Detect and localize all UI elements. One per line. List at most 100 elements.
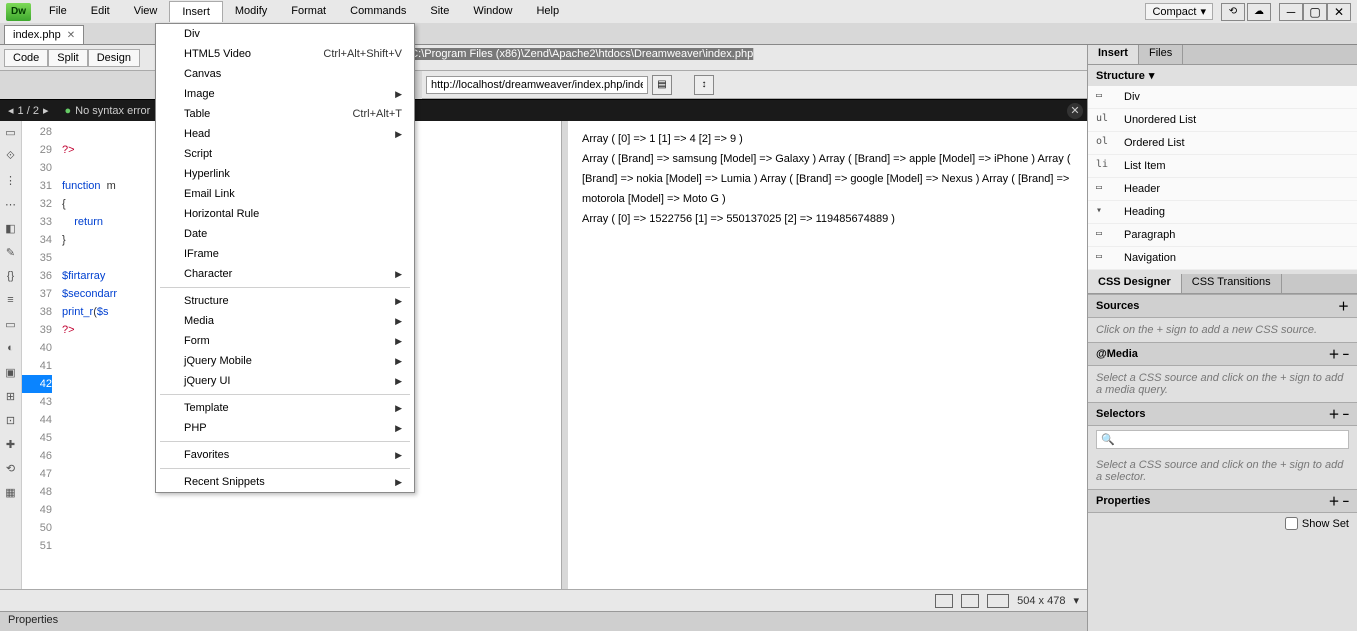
tab-files[interactable]: Files [1139,45,1183,64]
close-button[interactable]: ✕ [1327,3,1351,21]
menu-item-iframe[interactable]: IFrame [156,244,414,264]
show-set-checkbox[interactable] [1285,517,1298,530]
menu-item-php[interactable]: PHP▶ [156,418,414,438]
insert-item-navigation[interactable]: ▭Navigation [1088,247,1357,270]
tool-icon[interactable]: ⟐ [4,149,18,163]
tool-icon[interactable]: ⋮ [4,173,18,187]
tool-icon[interactable]: ◐ [4,341,18,355]
app-logo: Dw [6,3,31,21]
menu-item-table[interactable]: TableCtrl+Alt+T [156,104,414,124]
menu-item-div[interactable]: Div [156,24,414,44]
title-bar: Dw FileEditViewInsertModifyFormatCommand… [0,0,1357,23]
tool-icon[interactable]: {} [4,269,18,283]
menu-help[interactable]: Help [524,1,571,22]
tool-icon[interactable]: ▣ [4,365,18,379]
menu-file[interactable]: File [37,1,79,22]
add-icon[interactable]: ＋ − [1329,493,1349,509]
menu-item-script[interactable]: Script [156,144,414,164]
refresh-icon[interactable]: ↕ [694,75,714,95]
css-properties-header[interactable]: Properties＋ − [1088,489,1357,513]
device-phone-icon[interactable] [935,594,953,608]
sync-icon[interactable]: ⟲ [1221,3,1245,21]
tool-icon[interactable]: ⋯ [4,197,18,211]
insert-item-ordered-list[interactable]: olOrdered List [1088,132,1357,155]
insert-item-div[interactable]: ▭Div [1088,86,1357,109]
menu-item-html5-video[interactable]: HTML5 VideoCtrl+Alt+Shift+V [156,44,414,64]
tool-icon[interactable]: ⊞ [4,389,18,403]
add-icon[interactable]: ＋ [1338,298,1349,314]
tool-icon[interactable]: ⊡ [4,413,18,427]
element-icon: ▭ [1096,90,1114,104]
selectors-header[interactable]: Selectors＋ − [1088,402,1357,426]
tool-icon[interactable]: ✚ [4,437,18,451]
split-view-button[interactable]: Split [48,49,87,67]
menu-item-form[interactable]: Form▶ [156,331,414,351]
page-indicator: 1 / 2 [18,105,39,117]
insert-item-header[interactable]: ▭Header [1088,178,1357,201]
menu-modify[interactable]: Modify [223,1,279,22]
menu-window[interactable]: Window [461,1,524,22]
tool-icon[interactable]: ≡ [4,293,18,307]
workspace-combo[interactable]: Compact▾ [1145,3,1213,20]
menu-item-email-link[interactable]: Email Link [156,184,414,204]
menu-item-image[interactable]: Image▶ [156,84,414,104]
menu-view[interactable]: View [122,1,170,22]
menu-item-structure[interactable]: Structure▶ [156,291,414,311]
device-tablet-icon[interactable] [961,594,979,608]
tool-icon[interactable]: ▭ [4,125,18,139]
preview-line: Array ( [0] => 1 [1] => 4 [2] => 9 ) [582,129,1073,149]
menu-commands[interactable]: Commands [338,1,418,22]
properties-panel-header[interactable]: Properties [0,611,1087,631]
insert-item-unordered-list[interactable]: ulUnordered List [1088,109,1357,132]
code-gutter: ▭ ⟐ ⋮ ⋯ ◧ ✎ {} ≡ ▭ ◐ ▣ ⊞ ⊡ ✚ ⟲ ▦ [0,121,22,589]
design-view-button[interactable]: Design [88,49,140,67]
sources-header[interactable]: Sources＋ [1088,294,1357,318]
minimize-button[interactable]: ─ [1279,3,1303,21]
insert-item-list-item[interactable]: liList Item [1088,155,1357,178]
menu-item-horizontal-rule[interactable]: Horizontal Rule [156,204,414,224]
menu-format[interactable]: Format [279,1,338,22]
code-view-button[interactable]: Code [4,49,48,67]
menu-edit[interactable]: Edit [79,1,122,22]
tool-icon[interactable]: ▦ [4,485,18,499]
menu-insert[interactable]: Insert [169,1,223,22]
menu-item-jquery-mobile[interactable]: jQuery Mobile▶ [156,351,414,371]
tool-icon[interactable]: ▭ [4,317,18,331]
tab-css-transitions[interactable]: CSS Transitions [1182,274,1282,293]
insert-item-label: Heading [1124,206,1165,218]
tool-icon[interactable]: ⟲ [4,461,18,475]
menu-item-head[interactable]: Head▶ [156,124,414,144]
cloud-icon[interactable]: ☁ [1247,3,1271,21]
file-tab[interactable]: index.php ✕ [4,25,84,44]
menu-item-character[interactable]: Character▶ [156,264,414,284]
close-icon[interactable]: ✕ [67,30,75,41]
tool-icon[interactable]: ✎ [4,245,18,259]
menu-item-jquery-ui[interactable]: jQuery UI▶ [156,371,414,391]
sources-hint: Click on the + sign to add a new CSS sou… [1088,318,1357,342]
tool-icon[interactable]: ◧ [4,221,18,235]
maximize-button[interactable]: ▢ [1303,3,1327,21]
menu-site[interactable]: Site [418,1,461,22]
add-icon[interactable]: ＋ − [1329,406,1349,422]
menu-item-recent-snippets[interactable]: Recent Snippets▶ [156,472,414,492]
selector-search[interactable]: 🔍 [1096,430,1349,449]
menu-item-date[interactable]: Date [156,224,414,244]
add-icon[interactable]: ＋ − [1329,346,1349,362]
menu-item-canvas[interactable]: Canvas [156,64,414,84]
insert-item-heading[interactable]: ▾Heading [1088,201,1357,224]
tab-insert[interactable]: Insert [1088,45,1139,64]
menu-item-hyperlink[interactable]: Hyperlink [156,164,414,184]
tab-css-designer[interactable]: CSS Designer [1088,274,1182,293]
syntax-status: No syntax error [75,105,150,117]
address-input[interactable] [426,76,648,94]
device-desktop-icon[interactable] [987,594,1009,608]
menu-item-favorites[interactable]: Favorites▶ [156,445,414,465]
address-options-icon[interactable]: ▤ [652,75,672,95]
menu-item-media[interactable]: Media▶ [156,311,414,331]
element-icon: ▭ [1096,182,1114,196]
media-header[interactable]: @Media＋ − [1088,342,1357,366]
insert-item-paragraph[interactable]: ▭Paragraph [1088,224,1357,247]
structure-dropdown[interactable]: Structure▾ [1088,65,1357,86]
close-panel-icon[interactable]: ✕ [1067,103,1083,119]
menu-item-template[interactable]: Template▶ [156,398,414,418]
